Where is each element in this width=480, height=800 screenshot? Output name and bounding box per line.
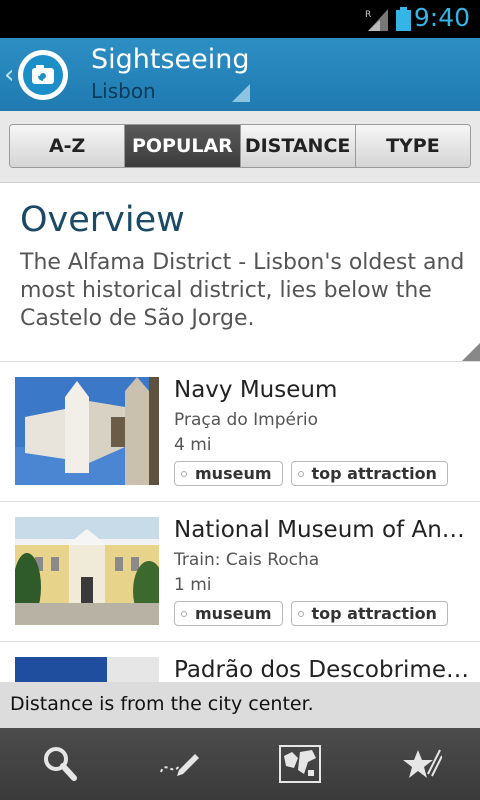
notes-button[interactable] (120, 728, 240, 800)
tab-distance[interactable]: DISTANCE (240, 125, 356, 167)
battery-icon (396, 7, 411, 31)
tag-museum[interactable]: museum (174, 601, 283, 626)
navy-museum-photo (15, 377, 159, 485)
overview-heading: Overview (20, 200, 185, 240)
favorites-button[interactable] (360, 728, 480, 800)
item-name: National Museum of Anci… (174, 517, 470, 543)
expand-corner-icon[interactable] (462, 343, 480, 361)
app-home-button[interactable] (18, 50, 68, 100)
item-distance: 1 mi (174, 575, 212, 595)
item-name: Navy Museum (174, 377, 338, 403)
action-bar: ‹ Sightseeing Lisbon (0, 38, 480, 111)
list-item[interactable]: Navy Museum Praça do Império 4 mi museum… (0, 362, 480, 502)
note-edit-icon (160, 754, 199, 776)
back-chevron-icon[interactable]: ‹ (4, 60, 14, 90)
tag-hole-icon (297, 611, 304, 617)
item-address: Train: Cais Rocha (174, 550, 320, 570)
tag-label: top attraction (311, 604, 437, 623)
item-tags: museum top attraction (174, 601, 448, 626)
tag-label: museum (195, 464, 272, 483)
item-name: Padrão dos Descobrimen… (174, 657, 470, 683)
item-distance: 4 mi (174, 435, 212, 455)
city-selector[interactable]: Lisbon (91, 79, 156, 103)
tag-hole-icon (181, 611, 187, 617)
tab-a-z[interactable]: A-Z (10, 125, 126, 167)
favorites-icon (403, 749, 442, 778)
bottom-toolbar (0, 728, 480, 800)
list-item[interactable]: National Museum of Anci… Train: Cais Roc… (0, 502, 480, 642)
overview-section[interactable]: Overview The Alfama District - Lisbon's … (0, 183, 480, 362)
tag-label: top attraction (311, 464, 437, 483)
clock: 9:40 (413, 3, 470, 32)
tag-label: museum (195, 604, 272, 623)
tag-top-attraction[interactable]: top attraction (290, 601, 448, 626)
signal-roaming-icon: R (365, 9, 388, 31)
dropdown-corner-icon[interactable] (232, 84, 250, 102)
national-museum-photo (15, 517, 159, 625)
overview-text: The Alfama District - Lisbon's oldest an… (20, 250, 465, 331)
map-icon (279, 745, 321, 783)
tab-type[interactable]: TYPE (355, 125, 470, 167)
tab-popular[interactable]: POPULAR (125, 125, 241, 167)
sort-tabs: A-Z POPULAR DISTANCE TYPE (9, 124, 471, 168)
tag-hole-icon (297, 471, 304, 477)
search-icon (44, 747, 77, 781)
item-tags: museum top attraction (174, 461, 448, 486)
item-address: Praça do Império (174, 410, 319, 430)
tag-hole-icon (181, 471, 187, 477)
screen-title: Sightseeing (91, 44, 250, 75)
map-button[interactable] (240, 728, 360, 800)
distance-toast: Distance is from the city center. (0, 682, 480, 728)
tag-top-attraction[interactable]: top attraction (290, 461, 448, 486)
svg-text:R: R (365, 10, 371, 20)
tag-museum[interactable]: museum (174, 461, 283, 486)
search-button[interactable] (0, 728, 120, 800)
status-bar: R 9:40 (0, 0, 480, 38)
camera-icon (32, 65, 54, 84)
sort-tabs-bar: A-Z POPULAR DISTANCE TYPE (0, 111, 480, 183)
